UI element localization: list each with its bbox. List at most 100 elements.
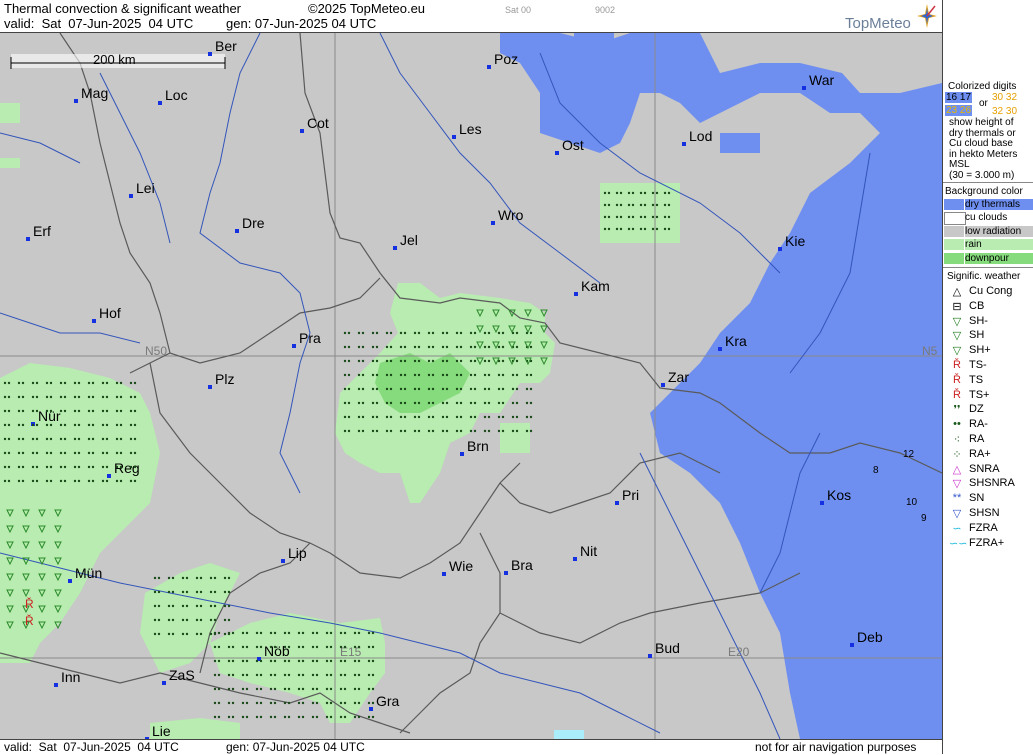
rain-symbol — [223, 604, 231, 608]
weather-symbol-label: DZ — [969, 403, 984, 416]
weather-symbol-label: FZRA — [969, 521, 998, 534]
city-marker[interactable]: Ber — [208, 38, 237, 56]
thunderstorm-symbol: Ř — [25, 596, 34, 611]
weather-symbol-icon: ▽ — [952, 345, 962, 358]
legend-description-line: Cu cloud base — [949, 138, 1013, 149]
city-marker[interactable]: Lip — [281, 545, 307, 563]
city-marker[interactable]: Nit — [573, 543, 597, 561]
copyright: ©2025 TopMeteo.eu — [308, 1, 426, 16]
rain-symbol — [343, 345, 351, 349]
legend-or: or — [979, 98, 988, 109]
weather-symbol-icon: ** — [952, 492, 962, 505]
city-marker[interactable]: Loc — [158, 87, 188, 105]
run-info: Sat 00 — [505, 5, 532, 15]
city-marker[interactable]: Mag — [74, 85, 108, 103]
city-marker[interactable]: Plz — [208, 371, 234, 389]
legend-swatch-label: dry thermals — [965, 199, 1033, 210]
city-label: Deb — [857, 629, 883, 645]
city-marker[interactable]: Lod — [682, 128, 712, 146]
city-marker[interactable]: Brn — [460, 438, 489, 456]
weather-symbol-label: RA — [969, 433, 985, 445]
grid-label: E20 — [728, 645, 750, 659]
city-label: Wro — [498, 207, 524, 223]
weather-symbol-label: RA- — [969, 418, 988, 431]
weather-symbol-label: SHSNRA — [969, 477, 1015, 490]
city-label: Mün — [75, 565, 102, 581]
city-marker[interactable]: Jel — [393, 232, 418, 250]
generated-time: gen: 07-Jun-2025 04 UTC — [226, 16, 377, 31]
rain-symbol — [213, 687, 221, 691]
disclaimer: not for air navigation purposes — [755, 740, 917, 754]
rain-symbol — [241, 715, 249, 719]
legend-swatch — [944, 212, 966, 226]
rain-symbol — [269, 701, 277, 705]
city-marker[interactable]: Dre — [235, 215, 265, 233]
rain-symbol — [367, 715, 375, 719]
city-label: Nit — [580, 543, 597, 559]
city-marker[interactable]: Zar — [661, 369, 689, 387]
city-marker[interactable]: Pra — [292, 330, 321, 348]
city-label: Poz — [494, 51, 518, 67]
city-marker[interactable]: Bud — [648, 640, 680, 658]
city-label: Loc — [165, 87, 188, 103]
thermal-digit: 12 — [903, 449, 915, 460]
sample-digits-4: 32 30 — [992, 106, 1018, 117]
city-marker[interactable]: Cot — [300, 115, 329, 133]
city-marker[interactable]: Wie — [442, 558, 473, 576]
city-marker[interactable]: Wro — [491, 207, 524, 225]
city-marker[interactable]: Lei — [129, 180, 155, 198]
weather-symbol-icon: ∽ — [952, 522, 962, 535]
sample-digits-3: 30 32 — [992, 92, 1018, 103]
grid-label: N50 — [145, 344, 167, 358]
rain-symbol — [343, 359, 351, 363]
background-color-title: Background color — [945, 186, 1023, 197]
city-label: Ber — [215, 38, 237, 54]
rain-symbol — [255, 687, 263, 691]
rain-symbol — [511, 415, 519, 419]
city-marker[interactable]: Kam — [574, 278, 610, 296]
city-label: Kra — [725, 333, 747, 349]
rain-symbol — [525, 415, 533, 419]
weather-map[interactable]: 200 km N50 N5 E15 E20 Ber Poz War Mag Loc Cot Les… — [0, 33, 942, 739]
colorized-digits-title: Colorized digits — [948, 81, 1017, 92]
city-marker[interactable]: Lie — [145, 723, 171, 739]
rain-symbol — [511, 401, 519, 405]
city-label: ZaS — [169, 667, 195, 683]
city-marker[interactable]: Les — [452, 121, 482, 139]
rain-symbol — [357, 345, 365, 349]
city-marker[interactable]: Ost — [555, 137, 584, 155]
rain-symbol — [213, 701, 221, 705]
weather-symbol-icon: ▽ — [952, 508, 962, 520]
weather-symbol-label: TS- — [969, 359, 987, 371]
city-marker[interactable]: Erf — [26, 223, 51, 241]
weather-symbol-icon: ▽ — [952, 315, 962, 328]
city-marker[interactable]: Inn — [54, 669, 80, 687]
city-marker[interactable]: Bra — [504, 557, 533, 575]
rain-symbol — [213, 673, 221, 677]
rain-symbol — [311, 701, 319, 705]
weather-symbol-icon: ▽ — [952, 330, 962, 343]
rain-symbol — [241, 701, 249, 705]
weather-symbol-label: SH — [969, 329, 985, 342]
scale-bar: 200 km — [10, 52, 226, 69]
rain-symbol — [357, 331, 365, 335]
weather-symbol-label: FZRA+ — [969, 536, 1005, 549]
rain-symbol — [213, 715, 221, 719]
city-label: Pri — [622, 487, 639, 503]
city-marker[interactable]: Hof — [92, 305, 121, 323]
rain-symbol — [497, 415, 505, 419]
city-label: Lod — [689, 128, 712, 144]
weather-symbol-icon: ⁘ — [952, 448, 962, 461]
legend-swatch — [944, 199, 964, 210]
topmeteo-logo[interactable]: TopMeteo — [843, 2, 938, 32]
rain-symbol — [483, 429, 491, 433]
thermal-digit: 8 — [873, 465, 879, 476]
logo-icon: TopMeteo — [845, 4, 937, 32]
city-marker[interactable]: Pri — [615, 487, 639, 505]
rain-symbol — [241, 687, 249, 691]
city-marker[interactable]: Poz — [487, 51, 518, 69]
thunderstorm-symbol: Ř — [25, 613, 34, 628]
weather-symbol-label: CB — [969, 299, 985, 312]
sample-digits-1: 16 17 — [945, 92, 973, 103]
legend-description-line: in hekto Meters — [949, 148, 1018, 160]
